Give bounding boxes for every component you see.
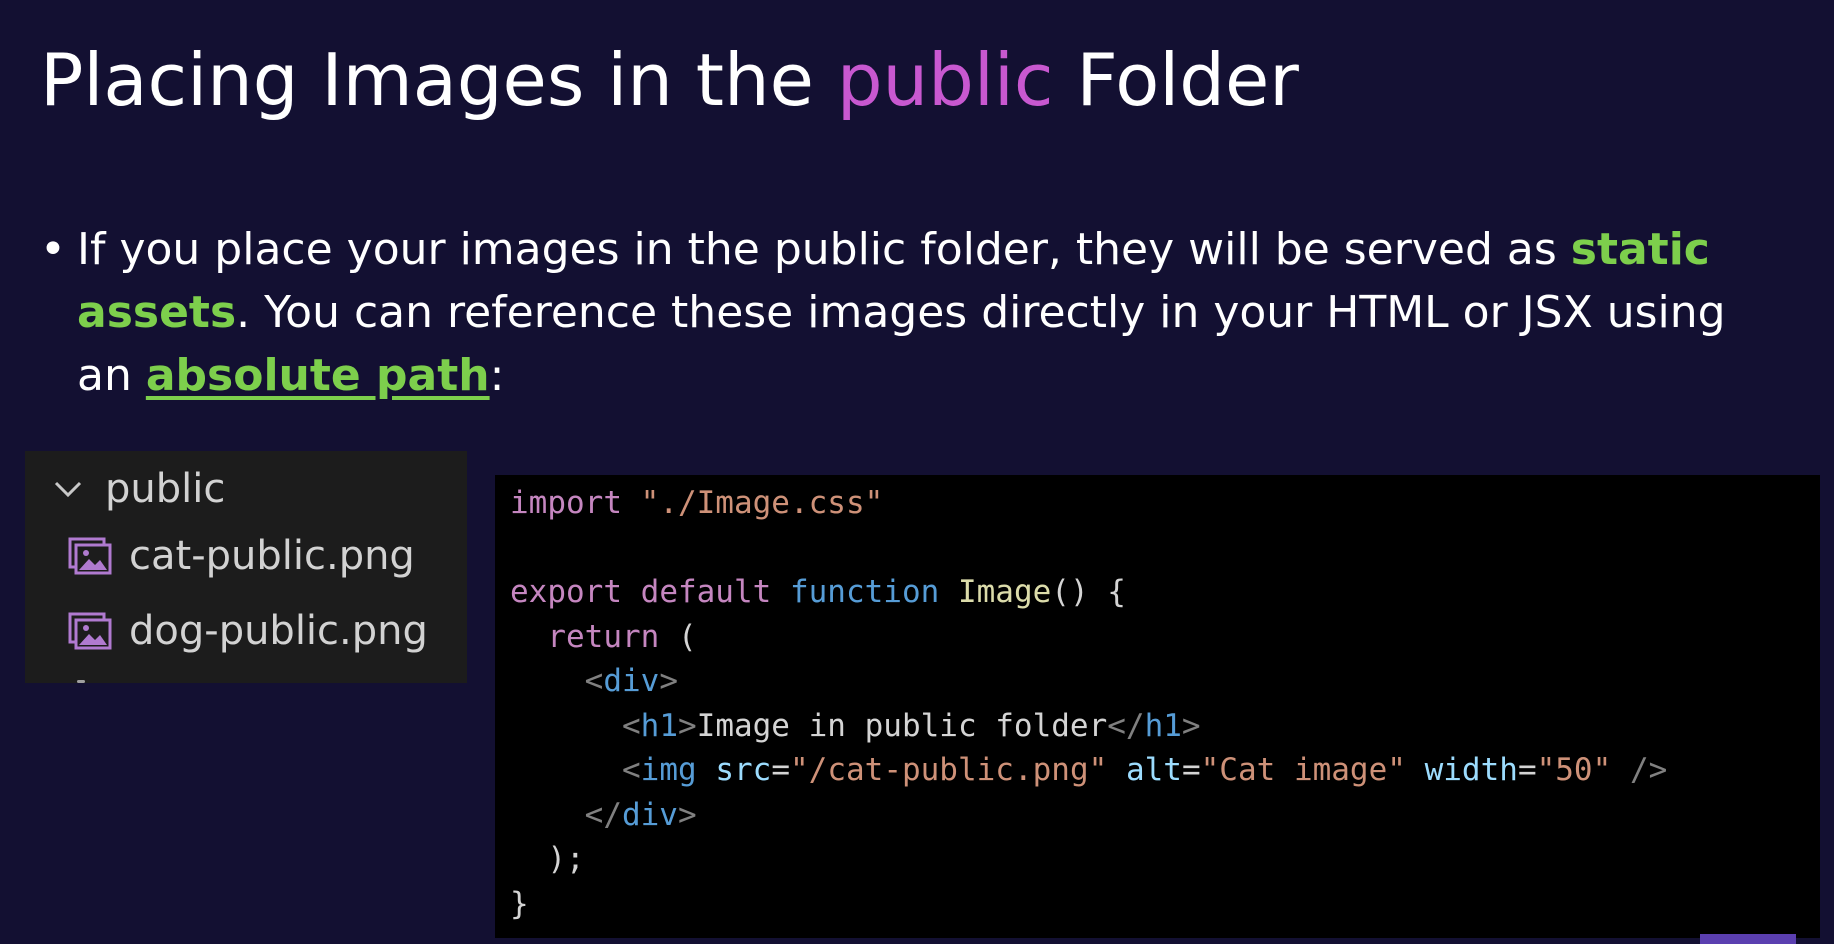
title-after: Folder [1053, 38, 1299, 122]
code-default-keyword: default [640, 574, 772, 610]
title-before: Placing Images in the [40, 38, 837, 122]
code-h1-text: Image in public folder [696, 707, 1108, 744]
code-block: import "./Image.css" export default func… [495, 475, 1820, 938]
code-h1-close-tag: h1 [1144, 707, 1182, 744]
code-div-close-tag: div [621, 796, 678, 833]
code-attr-width: width [1424, 752, 1518, 788]
chevron-down-icon [54, 481, 82, 498]
bullet-text-part3: : [489, 350, 505, 401]
file-label: cat-public.png [129, 533, 415, 579]
image-file-icon [68, 537, 112, 575]
image-file-icon [68, 612, 112, 650]
code-h1-open-tag: h1 [640, 707, 678, 744]
highlight-absolute-path: absolute path [145, 350, 490, 401]
code-text: import "./Image.css" export default func… [510, 485, 1668, 922]
code-export-keyword: export [510, 574, 622, 610]
code-close-paren: ); [547, 841, 585, 877]
code-close-brace: } [510, 885, 529, 922]
code-import-path: "./Image.css" [640, 485, 884, 521]
slide-title: Placing Images in the public Folder [40, 30, 1299, 130]
file-label: dog-public.png [129, 608, 428, 654]
explorer-file-cat-public[interactable]: cat-public.png [67, 526, 415, 586]
explorer-file-dog-public[interactable]: dog-public.png [67, 601, 428, 661]
code-import-keyword: import [510, 485, 622, 521]
code-val-alt: "Cat image" [1200, 752, 1406, 788]
bullet-point: • If you place your images in the public… [40, 218, 1760, 407]
code-function-name: Image [957, 574, 1052, 610]
code-img-tag: img [640, 752, 697, 788]
truncated-item-hint [77, 680, 85, 683]
title-accent: public [836, 38, 1054, 122]
code-div-open-tag: div [603, 663, 660, 699]
code-function-keyword: function [789, 574, 940, 610]
bullet-dot: • [40, 224, 66, 275]
bullet-text: If you place your images in the public f… [77, 218, 1760, 407]
bullet-text-part1: If you place your images in the public f… [77, 224, 1571, 275]
code-attr-src: src [715, 752, 772, 788]
code-function-signature: () { [1051, 574, 1126, 610]
code-val-width: "50" [1536, 752, 1612, 788]
code-attr-alt: alt [1125, 752, 1182, 788]
explorer-folder-public[interactable]: public [51, 459, 225, 519]
code-open-paren: ( [677, 618, 697, 655]
folder-label: public [105, 466, 226, 512]
file-explorer-panel: public cat-public.png dog-public.png [25, 451, 467, 683]
code-return-keyword: return [547, 618, 660, 655]
code-val-src: "/cat-public.png" [790, 752, 1108, 788]
corner-logo-fragment [1700, 934, 1796, 944]
